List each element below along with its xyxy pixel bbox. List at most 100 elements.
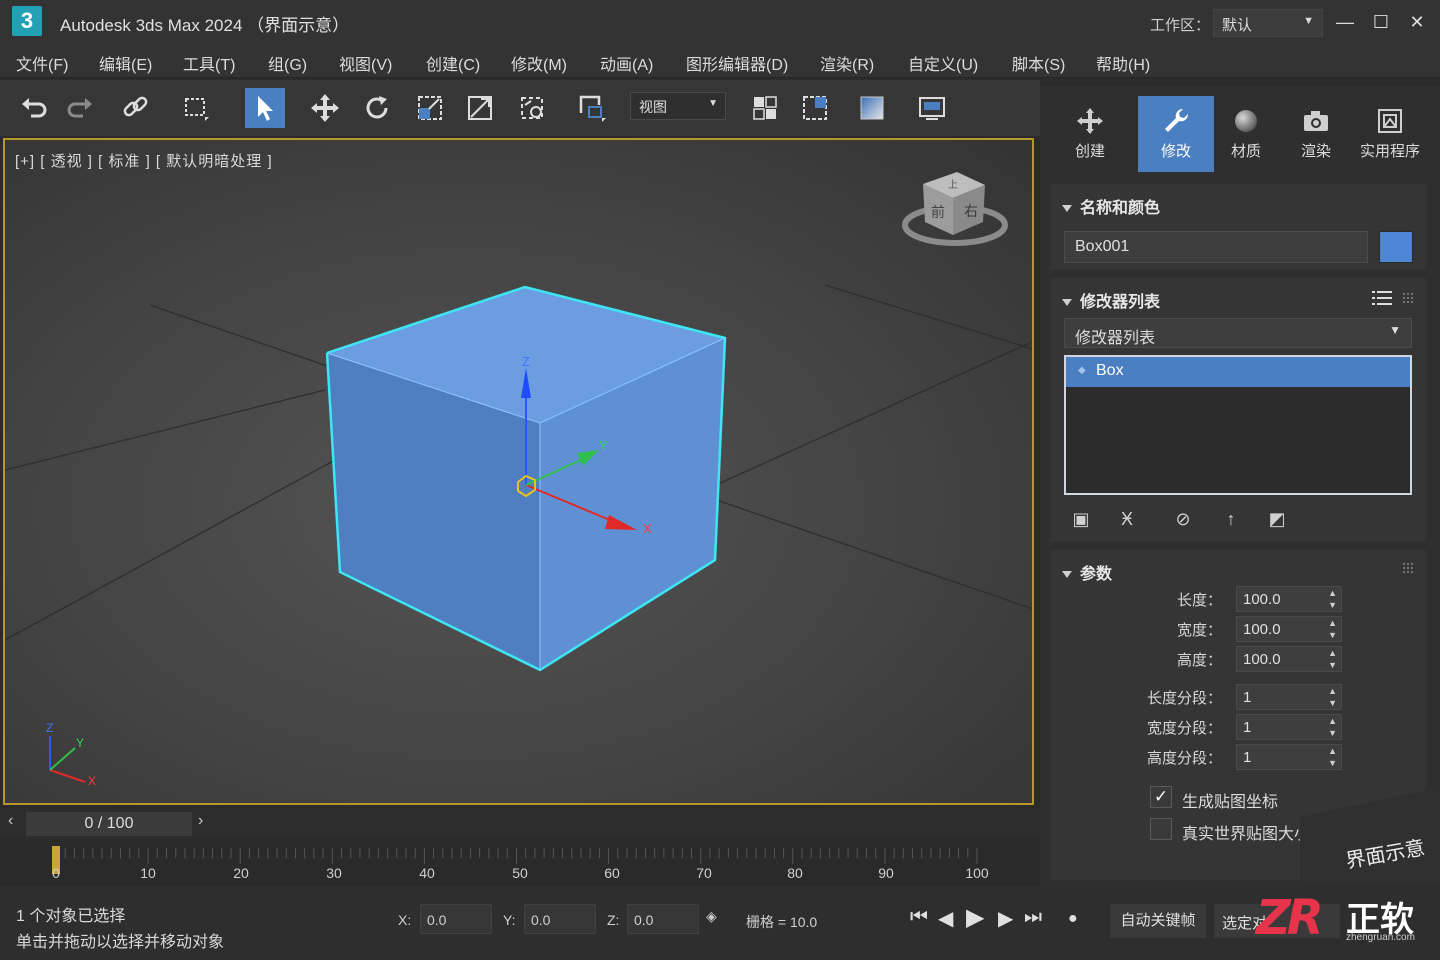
menu-group[interactable]: 组(G): [268, 51, 307, 75]
menu-scripting[interactable]: 脚本(S): [1012, 51, 1065, 75]
tick-label: 80: [787, 865, 803, 881]
make-unique-icon[interactable]: ⊘: [1170, 506, 1196, 532]
select-region-icon[interactable]: [176, 88, 216, 128]
tab-material[interactable]: 材质: [1208, 96, 1284, 172]
tab-modify[interactable]: 修改: [1138, 96, 1214, 172]
snap-icon[interactable]: [745, 88, 785, 128]
auto-key-button[interactable]: 自动关键帧: [1110, 904, 1206, 938]
brand-url: zhengruan.com: [1346, 932, 1415, 943]
spinner-arrows-icon[interactable]: ▲ ▼: [1328, 715, 1337, 739]
tab-render[interactable]: 渲染: [1278, 96, 1354, 172]
workspace-label: 工作区：: [1150, 17, 1211, 34]
name-color-title: 名称和颜色: [1080, 200, 1161, 217]
show-end-result-icon[interactable]: Ӿ: [1114, 506, 1140, 532]
spinner-arrows-icon[interactable]: ▲ ▼: [1328, 647, 1337, 671]
prev-frame-icon[interactable]: ◀: [938, 906, 953, 931]
viewcube[interactable]: 上 前 右: [902, 172, 1008, 246]
menu-modifiers[interactable]: 修改(M): [511, 51, 567, 75]
menu-animation[interactable]: 动画(A): [600, 51, 653, 75]
list-icon[interactable]: [1372, 290, 1392, 306]
length-segs-spinner[interactable]: 1 ▲ ▼: [1236, 684, 1342, 710]
width-spinner[interactable]: 100.0 ▲ ▼: [1236, 616, 1342, 642]
redo-icon[interactable]: [60, 88, 100, 128]
menu-rendering[interactable]: 渲染(R): [820, 51, 874, 75]
scale-nonuniform-icon[interactable]: [460, 88, 500, 128]
play-icon[interactable]: ▶: [966, 903, 984, 932]
link-icon[interactable]: [116, 88, 156, 128]
width-segs-label: 宽度分段：: [1146, 720, 1222, 737]
object-color-swatch[interactable]: [1379, 231, 1413, 263]
undo-icon[interactable]: [14, 88, 54, 128]
menu-file[interactable]: 文件(F): [16, 51, 68, 75]
mirror-icon[interactable]: [795, 88, 835, 128]
height-segs-spinner[interactable]: 1 ▲ ▼: [1236, 744, 1342, 770]
selection-window-icon[interactable]: [572, 88, 612, 128]
modifier-list-dropdown[interactable]: 修改器列表 ▼: [1064, 318, 1412, 348]
menu-create[interactable]: 创建(C): [426, 51, 480, 75]
rotate-icon[interactable]: [357, 88, 397, 128]
next-frame-icon[interactable]: ▶: [998, 906, 1013, 931]
brand-logo: ZR: [1256, 890, 1324, 946]
gen-mapping-checkbox[interactable]: ✓: [1150, 786, 1172, 808]
time-next-icon[interactable]: ›: [198, 812, 203, 830]
width-segs-spinner[interactable]: 1 ▲ ▼: [1236, 714, 1342, 740]
parameters-header[interactable]: 参数: [1062, 560, 1112, 584]
length-label: 长度：: [1176, 592, 1222, 609]
minimize-icon[interactable]: —: [1330, 8, 1360, 36]
render-frame-icon[interactable]: [912, 88, 952, 128]
y-coord-label: Y:: [503, 912, 516, 928]
z-coord-label: Z:: [607, 912, 620, 928]
spinner-arrows-icon[interactable]: ▲ ▼: [1328, 685, 1337, 709]
drag-handle-icon[interactable]: [1402, 562, 1414, 574]
spinner-arrows-icon[interactable]: ▲ ▼: [1328, 745, 1337, 769]
remove-modifier-icon[interactable]: ↑: [1218, 506, 1244, 532]
place-icon[interactable]: [512, 88, 552, 128]
real-world-map-checkbox[interactable]: [1150, 818, 1172, 840]
maximize-icon[interactable]: ☐: [1366, 8, 1396, 36]
configure-sets-icon[interactable]: ◩: [1264, 506, 1290, 532]
move-icon[interactable]: [305, 88, 345, 128]
app-title: Autodesk 3ds Max 2024 （界面示意）: [60, 16, 350, 35]
menu-views[interactable]: 视图(V): [339, 51, 392, 75]
tab-create[interactable]: 创建: [1052, 96, 1128, 172]
name-color-header[interactable]: 名称和颜色: [1062, 194, 1160, 218]
go-to-start-icon[interactable]: ⏮: [910, 906, 928, 929]
menu-tools[interactable]: 工具(T): [183, 51, 235, 75]
menu-customize[interactable]: 自定义(U): [908, 51, 978, 75]
workspace-select[interactable]: 默认 ▼: [1213, 9, 1323, 37]
modifier-stack[interactable]: ◆ Box: [1064, 355, 1412, 495]
time-slider[interactable]: 0 / 100: [26, 812, 192, 836]
height-segs-label: 高度分段：: [1146, 750, 1222, 767]
close-icon[interactable]: ✕: [1402, 8, 1432, 36]
spinner-arrows-icon[interactable]: ▲ ▼: [1328, 587, 1337, 611]
gizmo-y-label: Y: [599, 438, 608, 453]
y-coord-field[interactable]: 0.0: [524, 904, 596, 934]
set-key-icon[interactable]: ●: [1068, 910, 1078, 928]
menu-help[interactable]: 帮助(H): [1096, 51, 1150, 75]
width-label: 宽度：: [1176, 622, 1222, 639]
perspective-viewport[interactable]: [+] [ 透视 ] [ 标准 ] [ 默认明暗处理 ] Z Y X 上 前 右…: [3, 138, 1034, 805]
z-coord-field[interactable]: 0.0: [627, 904, 699, 934]
modifier-list-header[interactable]: 修改器列表: [1062, 288, 1160, 312]
parameters-title: 参数: [1080, 566, 1113, 583]
scale-icon[interactable]: [410, 88, 450, 128]
menu-edit[interactable]: 编辑(E): [99, 51, 152, 75]
menu-graph-editors[interactable]: 图形编辑器(D): [686, 51, 788, 75]
x-coord-field[interactable]: 0.0: [420, 904, 492, 934]
drag-handle-icon[interactable]: [1402, 292, 1414, 304]
coord-mode-icon[interactable]: ◈: [706, 908, 717, 925]
spinner-arrows-icon[interactable]: ▲ ▼: [1328, 617, 1337, 641]
length-spinner[interactable]: 100.0 ▲ ▼: [1236, 586, 1342, 612]
time-prev-icon[interactable]: ‹: [8, 812, 13, 830]
material-editor-icon[interactable]: [852, 88, 892, 128]
select-object-icon[interactable]: [245, 88, 285, 128]
tick-label: 70: [696, 865, 712, 881]
go-to-end-icon[interactable]: ⏭: [1024, 906, 1042, 929]
height-spinner[interactable]: 100.0 ▲ ▼: [1236, 646, 1342, 672]
stack-item-box[interactable]: ◆ Box: [1066, 357, 1410, 387]
tab-utilities[interactable]: 实用程序: [1352, 96, 1428, 172]
track-bar[interactable]: 0 10 20 30 40 50 60 70 80 90 100: [0, 840, 1040, 886]
reference-coord-select[interactable]: 视图 ▼: [630, 92, 726, 120]
pin-stack-icon[interactable]: ▣: [1068, 506, 1094, 532]
object-name-input[interactable]: Box001: [1064, 231, 1368, 263]
